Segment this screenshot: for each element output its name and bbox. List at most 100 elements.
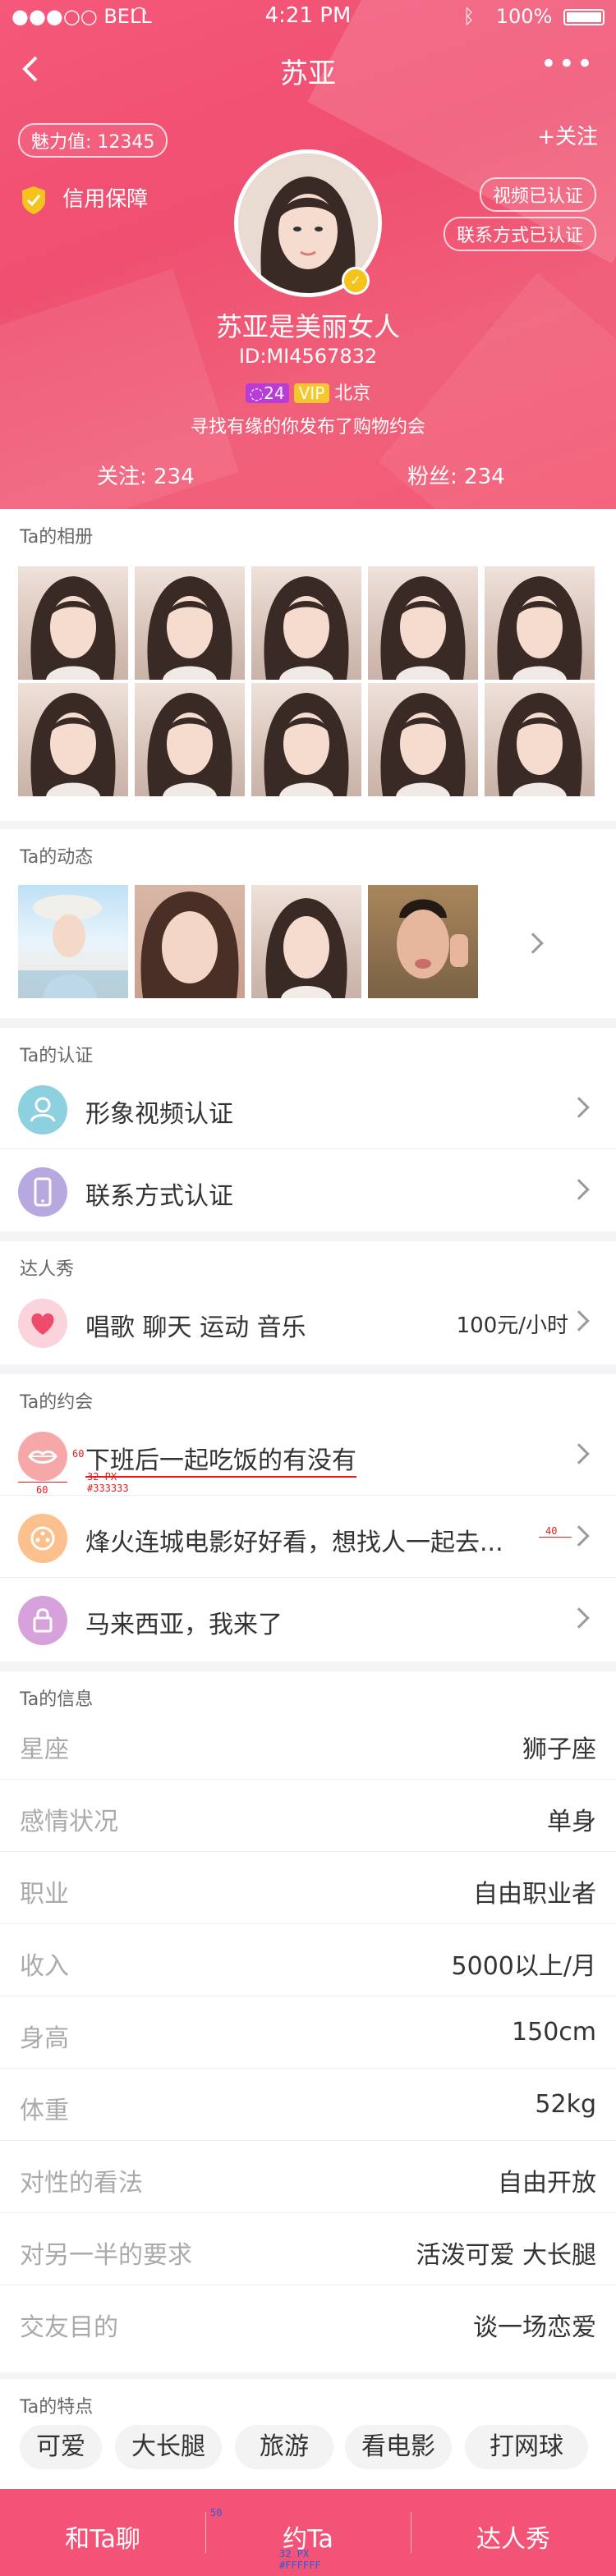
lips-icon (18, 1432, 67, 1481)
chevron-right-icon (568, 1607, 590, 1629)
shield-icon (20, 185, 48, 216)
chevron-right-icon (568, 1097, 590, 1118)
info-key: 职业 (20, 1880, 69, 1909)
info-key: 收入 (20, 1952, 69, 1981)
album-photo[interactable] (135, 683, 245, 796)
credit-guarantee[interactable]: 信用保障 (20, 182, 148, 216)
info-row: 交友目的 谈一场恋爱 (0, 2285, 616, 2358)
date-label: 下班后一起吃饭的有没有 (85, 1440, 356, 1478)
album-section: Ta的相册 (0, 509, 616, 821)
info-value: 自由开放 (498, 2169, 596, 2198)
info-key: 星座 (20, 1735, 69, 1764)
info-value: 150cm (512, 2018, 596, 2047)
info-value: 狮子座 (522, 1735, 596, 1764)
dates-section: Ta的约会 下班后一起吃饭的有没有 60 60 32 PX #333333 烽火… (0, 1374, 616, 1662)
talent-row[interactable]: 唱歌 聊天 运动 音乐 100元/小时 (0, 1281, 616, 1363)
info-value: 谈一场恋爱 (473, 2313, 596, 2342)
info-key: 体重 (20, 2097, 69, 2125)
spacing-annotation-line (539, 1537, 572, 1538)
chevron-right-icon (568, 1310, 590, 1332)
album-photo[interactable] (18, 566, 128, 680)
chevron-right-icon[interactable] (522, 933, 544, 954)
talent-show-button[interactable]: 达人秀 (411, 2519, 616, 2555)
album-photo[interactable] (18, 683, 128, 796)
moment-photo[interactable] (368, 885, 478, 998)
section-title: Ta的认证 (20, 1046, 94, 1066)
moment-photo[interactable] (18, 885, 128, 998)
more-icon[interactable]: ••• (540, 48, 595, 80)
date-label: 烽火连城电影好好看，想找人一起去... (85, 1529, 503, 1557)
color-annotation: #FFFFFF (279, 2560, 321, 2571)
trait-chip[interactable]: 大长腿 (115, 2425, 222, 2469)
trait-chip[interactable]: 打网球 (465, 2425, 588, 2469)
album-photo[interactable] (251, 566, 361, 680)
moment-photo[interactable] (135, 885, 245, 998)
info-row: 感情状况 单身 (0, 1780, 616, 1852)
spacing-annotation: 60 (36, 1484, 48, 1496)
spacing-annotation: 50 (210, 2507, 223, 2519)
font-size-annotation: 32 PX (279, 2548, 310, 2560)
trait-chip[interactable]: 可爱 (20, 2425, 102, 2469)
info-row: 体重 52kg (0, 2069, 616, 2141)
info-value: 活泼可爱 大长腿 (416, 2241, 596, 2270)
info-key: 对另一半的要求 (20, 2241, 192, 2270)
certification-section: Ta的认证 形象视频认证 联系方式认证 (0, 1028, 616, 1231)
cert-row-contact[interactable]: 联系方式认证 (0, 1149, 616, 1231)
info-key: 交友目的 (20, 2313, 118, 2342)
section-title: Ta的相册 (20, 527, 94, 548)
chat-button[interactable]: 和Ta聊 (0, 2519, 205, 2555)
trait-chip[interactable]: 看电影 (345, 2425, 452, 2469)
info-key: 身高 (20, 2024, 69, 2053)
level-badge: ◌24 (245, 383, 289, 403)
font-size-annotation: 32 PX (87, 1471, 117, 1483)
chat-bubble-icon: ◌ (249, 383, 264, 403)
credit-label: 信用保障 (62, 187, 149, 212)
user-id: ID:MI4567832 (238, 345, 378, 368)
album-photo[interactable] (368, 683, 478, 796)
following-count[interactable]: 关注: 234 (97, 460, 195, 490)
date-row[interactable]: 马来西亚，我来了 (0, 1578, 616, 1660)
cert-row-video[interactable]: 形象视频认证 (0, 1067, 616, 1149)
lock-icon (18, 1596, 67, 1645)
album-photo[interactable] (135, 566, 245, 680)
trait-chip[interactable]: 旅游 (235, 2425, 333, 2469)
info-row: 星座 狮子座 (0, 1707, 616, 1780)
info-row: 职业 自由职业者 (0, 1852, 616, 1924)
vip-badge: VIP (293, 383, 330, 403)
person-icon (18, 1085, 67, 1134)
info-row: 对另一半的要求 活泼可爱 大长腿 (0, 2213, 616, 2285)
album-photo[interactable] (251, 683, 361, 796)
section-title: Ta的动态 (20, 847, 94, 868)
cert-label: 联系方式认证 (85, 1182, 233, 1211)
follow-button[interactable]: +关注 (537, 120, 598, 150)
level-value: 24 (264, 383, 285, 403)
info-value: 52kg (535, 2090, 596, 2119)
info-value: 自由职业者 (473, 1880, 596, 1909)
bluetooth-icon: ᛒ (462, 5, 476, 28)
contact-verified-badge: 联系方式已认证 (443, 217, 596, 251)
chevron-right-icon (568, 1179, 590, 1200)
section-title: Ta的特点 (20, 2397, 94, 2418)
user-nickname: 苏亚是美丽女人 (215, 311, 400, 342)
spacing-annotation: 40 (545, 1525, 558, 1537)
info-row: 对性的看法 自由开放 (0, 2141, 616, 2213)
section-title: 达人秀 (20, 1259, 75, 1280)
info-value: 5000以上/月 (451, 1952, 596, 1981)
album-photo[interactable] (485, 683, 595, 796)
info-row: 身高 150cm (0, 1996, 616, 2069)
date-row[interactable]: 烽火连城电影好好看，想找人一起去... 40 (0, 1496, 616, 1578)
bottom-action-bar: 和Ta聊 约Ta 达人秀 50 32 PX #FFFFFF (0, 2489, 616, 2576)
verified-check-icon: ✓ (342, 267, 370, 295)
moment-photo[interactable] (251, 885, 361, 998)
moments-section: Ta的动态 (0, 829, 616, 1018)
heart-icon (18, 1299, 67, 1348)
status-bar: ●●●○○ BELL ◠ 4:21 PM ᛒ 100% (0, 0, 616, 33)
date-row[interactable]: 下班后一起吃饭的有没有 60 60 32 PX #333333 (0, 1414, 616, 1496)
battery-group: ᛒ 100% (463, 5, 605, 28)
spacing-annotation-line (18, 1482, 67, 1483)
album-photo[interactable] (368, 566, 478, 680)
cert-label: 形象视频认证 (85, 1100, 233, 1129)
album-photo[interactable] (485, 566, 595, 680)
section-title: Ta的约会 (20, 1392, 94, 1413)
fans-count[interactable]: 粉丝: 234 (407, 460, 505, 490)
